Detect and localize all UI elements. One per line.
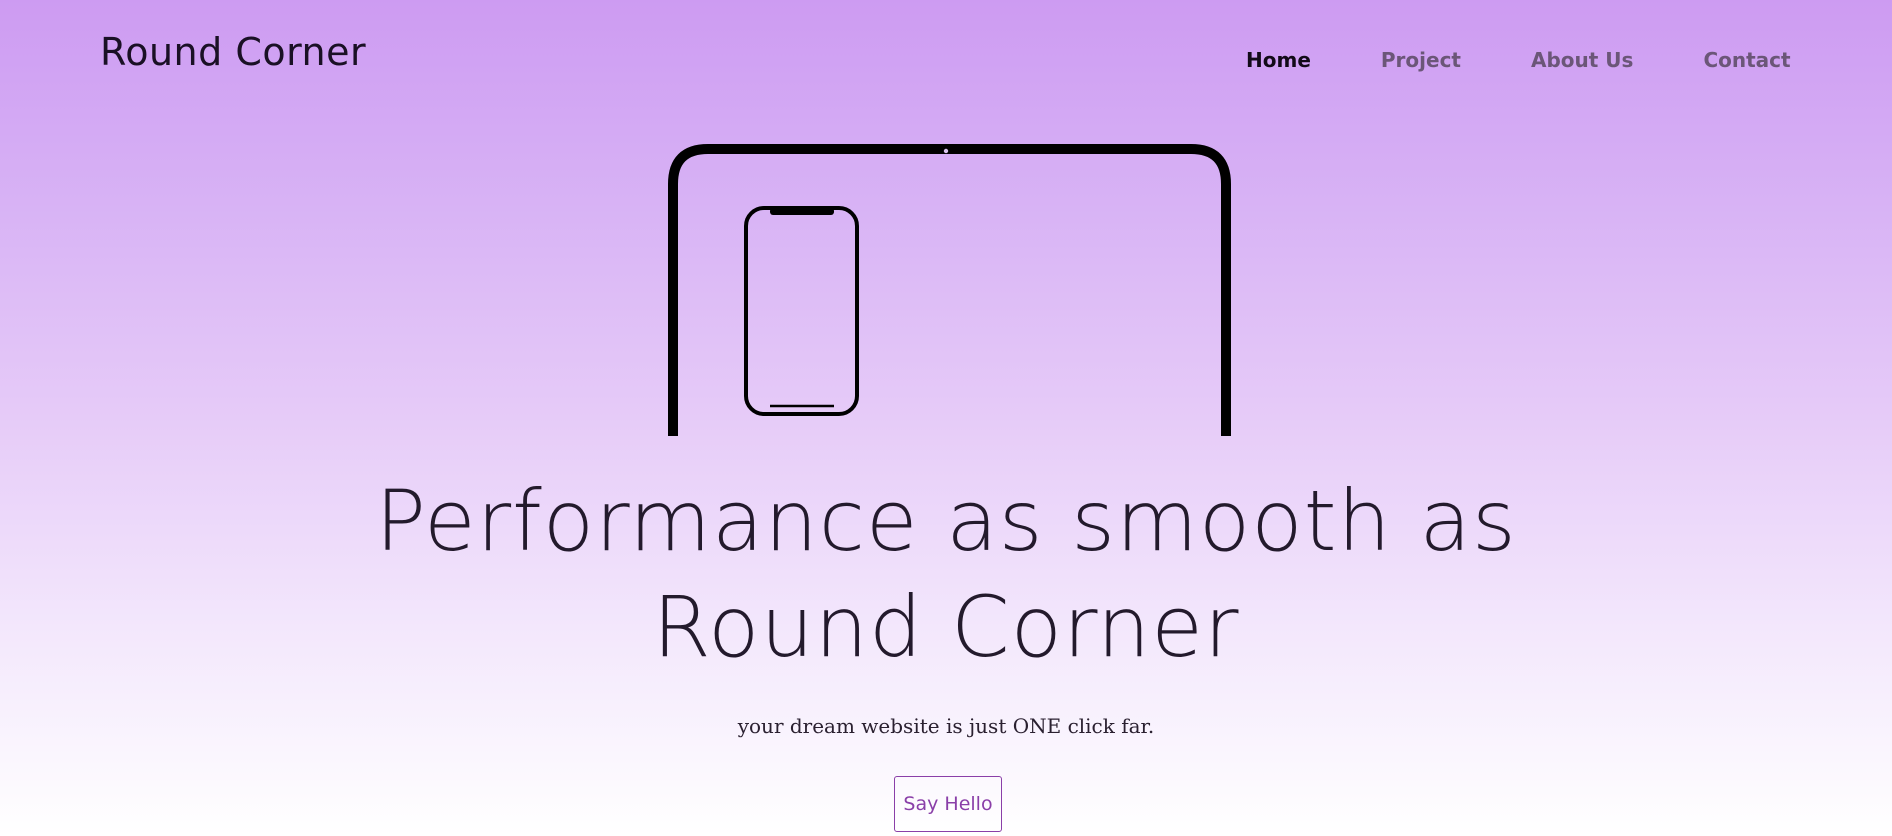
tablet-outline-icon (668, 144, 1231, 436)
nav-home[interactable]: Home (1246, 48, 1311, 72)
hero-headline-line-2: Round Corner (652, 578, 1240, 676)
hero-headline-line-1: Performance as smooth as (375, 472, 1517, 570)
nav-contact[interactable]: Contact (1703, 48, 1790, 72)
device-illustration (668, 144, 1231, 436)
say-hello-button[interactable]: Say Hello (894, 776, 1002, 832)
nav-project[interactable]: Project (1381, 48, 1461, 72)
tablet-camera-icon (943, 148, 949, 154)
brand-logo-text[interactable]: Round Corner (100, 30, 366, 74)
phone-outline-icon (744, 206, 859, 416)
hero-tagline: your dream website is just ONE click far… (737, 714, 1155, 738)
main-nav: Home Project About Us Contact (1246, 48, 1791, 72)
phone-notch-icon (770, 208, 834, 215)
hero-headline: Performance as smooth as Round Corner (346, 468, 1546, 680)
nav-about-us[interactable]: About Us (1531, 48, 1633, 72)
hero-illustration (668, 144, 1231, 436)
